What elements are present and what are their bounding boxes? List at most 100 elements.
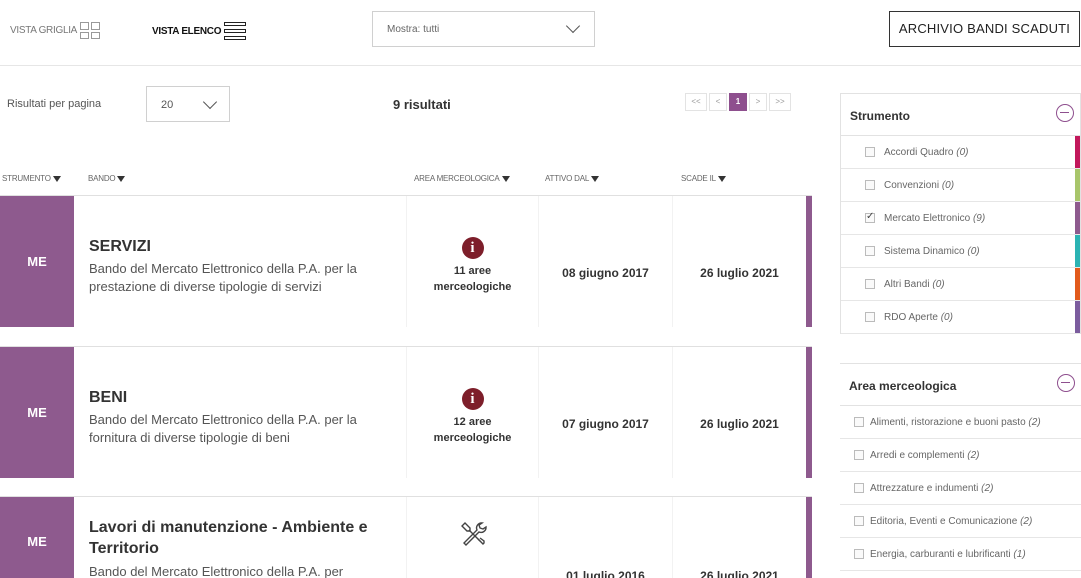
filter-checkbox[interactable]: [854, 483, 864, 493]
filter-item[interactable]: Arredi e complementi (2): [840, 439, 1081, 472]
start-date-cell: 07 giugno 2017: [539, 347, 672, 478]
per-page-value: 20: [161, 99, 174, 111]
filter-item[interactable]: Convenzioni (0): [841, 169, 1080, 202]
column-header-area[interactable]: AREA MERCEOLOGICA: [414, 174, 510, 183]
filter-checkbox[interactable]: [854, 417, 864, 427]
column-header-scadenza[interactable]: SCADE IL: [681, 174, 726, 183]
filter-item-count: (2): [967, 450, 980, 461]
area-cell: i 11 aree merceologiche: [407, 196, 538, 327]
collapse-minus-icon[interactable]: [1057, 374, 1075, 392]
top-toolbar: VISTA GRIGLIA VISTA ELENCO Mostra: tutti…: [0, 0, 1081, 66]
collapse-minus-icon[interactable]: [1056, 104, 1074, 122]
chevron-down-icon: [202, 94, 218, 110]
info-icon[interactable]: i: [461, 388, 484, 410]
filter-checkbox[interactable]: [854, 450, 864, 460]
filter-item[interactable]: RDO Aperte (0): [841, 301, 1080, 334]
grid-icon: [80, 22, 101, 39]
table-row[interactable]: ME BENI Bando del Mercato Elettronico de…: [0, 346, 812, 478]
prev-page-button[interactable]: <: [709, 93, 727, 111]
strumento-badge: ME: [0, 497, 74, 578]
area-count: 11 aree: [453, 265, 492, 277]
filter-item[interactable]: Mercato Elettronico (9): [841, 202, 1080, 235]
list-view-toggle[interactable]: VISTA ELENCO: [152, 22, 247, 40]
filter-checkbox[interactable]: [865, 279, 875, 289]
table-row[interactable]: ME Lavori di manutenzione - Ambiente e T…: [0, 496, 812, 578]
per-page-select[interactable]: 20: [146, 86, 230, 122]
filter-item-count: (0): [940, 312, 953, 323]
bando-title[interactable]: Lavori di manutenzione - Ambiente e Terr…: [89, 517, 406, 559]
filter-item[interactable]: Energia, carburanti e lubrificanti (1): [840, 538, 1081, 571]
page-1-button[interactable]: 1: [729, 93, 747, 111]
bando-title[interactable]: BENI: [89, 389, 406, 407]
filter-checkbox[interactable]: [865, 180, 875, 190]
filter-item[interactable]: Sistema Dinamico (0): [841, 235, 1080, 268]
chevron-down-icon: [565, 18, 581, 34]
filter-checkbox[interactable]: [865, 147, 875, 157]
filter-item[interactable]: Gestione degli Immobili (1): [840, 571, 1081, 578]
strumento-color-bar: [1075, 136, 1080, 168]
column-header-bando[interactable]: BANDO: [88, 174, 126, 183]
filter-checkbox[interactable]: [854, 516, 864, 526]
end-date: 26 luglio 2021: [700, 417, 779, 431]
strumento-color-bar: [1075, 169, 1080, 201]
filter-item[interactable]: Accordi Quadro (0): [841, 136, 1080, 169]
first-page-button[interactable]: <<: [685, 93, 707, 111]
filter-item[interactable]: Altri Bandi (0): [841, 268, 1080, 301]
results-count: 9 risultati: [393, 97, 451, 112]
start-date: 07 giugno 2017: [562, 417, 649, 431]
area-filter-title: Area merceologica: [849, 379, 957, 393]
filter-item[interactable]: Alimenti, ristorazione e buoni pasto (2): [840, 406, 1081, 439]
bando-description: Bando del Mercato Elettronico della P.A.…: [89, 412, 357, 445]
bando-description: Bando del Mercato Elettronico della P.A.…: [89, 564, 344, 578]
sort-caret-icon: [501, 176, 510, 182]
start-date: 01 luglio 2016: [566, 569, 645, 578]
filter-item-count: (1): [1013, 549, 1026, 560]
sort-caret-icon: [52, 176, 61, 182]
strumento-color-bar: [1075, 301, 1080, 333]
area-filter-section: Area merceologica Alimenti, ristorazione…: [840, 363, 1081, 578]
strumento-filter-title: Strumento: [850, 109, 910, 123]
strumento-filter-section: Strumento Accordi Quadro (0) Convenzioni …: [840, 93, 1081, 334]
grid-view-toggle[interactable]: VISTA GRIGLIA: [10, 22, 101, 39]
info-icon[interactable]: i: [461, 237, 484, 259]
filter-checkbox[interactable]: [865, 246, 875, 256]
column-header-label: STRUMENTO: [2, 174, 51, 183]
filter-item-count: (0): [941, 180, 955, 191]
filter-item[interactable]: Attrezzature e indumenti (2): [840, 472, 1081, 505]
end-date-cell: 26 luglio 2021: [673, 497, 806, 578]
filters-sidebar: Strumento Accordi Quadro (0) Convenzioni …: [840, 93, 1081, 578]
list-icon: [224, 22, 247, 40]
start-date-cell: 01 luglio 2016: [539, 497, 672, 578]
column-header-label: SCADE IL: [681, 174, 716, 183]
filter-checkbox[interactable]: [865, 312, 875, 322]
end-date-cell: 26 luglio 2021: [673, 347, 806, 478]
filter-checkbox[interactable]: [854, 549, 864, 559]
strumento-badge: ME: [0, 196, 74, 327]
area-count: 12 aree: [453, 416, 492, 428]
bando-title[interactable]: SERVIZI: [89, 238, 406, 256]
strumento-badge: ME: [0, 347, 74, 478]
show-filter-select[interactable]: Mostra: tutti: [372, 11, 595, 47]
show-filter-value: Mostra: tutti: [387, 24, 440, 35]
archive-expired-button[interactable]: ARCHIVIO BANDI SCADUTI: [889, 11, 1080, 47]
filter-item-count: (2): [981, 483, 994, 494]
end-date-cell: 26 luglio 2021: [673, 196, 806, 327]
filter-item-label: Alimenti, ristorazione e buoni pasto: [870, 417, 1026, 428]
filter-checkbox[interactable]: [865, 211, 875, 223]
start-date-cell: 08 giugno 2017: [539, 196, 672, 327]
column-header-strumento[interactable]: STRUMENTO: [2, 174, 61, 183]
sort-caret-icon: [717, 176, 726, 182]
last-page-button[interactable]: >>: [769, 93, 791, 111]
bando-cell: SERVIZI Bando del Mercato Elettronico de…: [74, 196, 406, 327]
next-page-button[interactable]: >: [749, 93, 767, 111]
filter-item-count: (2): [1020, 516, 1033, 527]
column-header-attivo[interactable]: ATTIVO DAL: [545, 174, 600, 183]
sort-caret-icon: [117, 176, 126, 182]
filter-item[interactable]: Editoria, Eventi e Comunicazione (2): [840, 505, 1081, 538]
strumento-color-bar: [1075, 202, 1080, 234]
strumento-color-stripe: [806, 196, 812, 327]
table-row[interactable]: ME SERVIZI Bando del Mercato Elettronico…: [0, 195, 812, 327]
start-date: 08 giugno 2017: [562, 266, 649, 280]
bando-cell: Lavori di manutenzione - Ambiente e Terr…: [74, 497, 406, 578]
